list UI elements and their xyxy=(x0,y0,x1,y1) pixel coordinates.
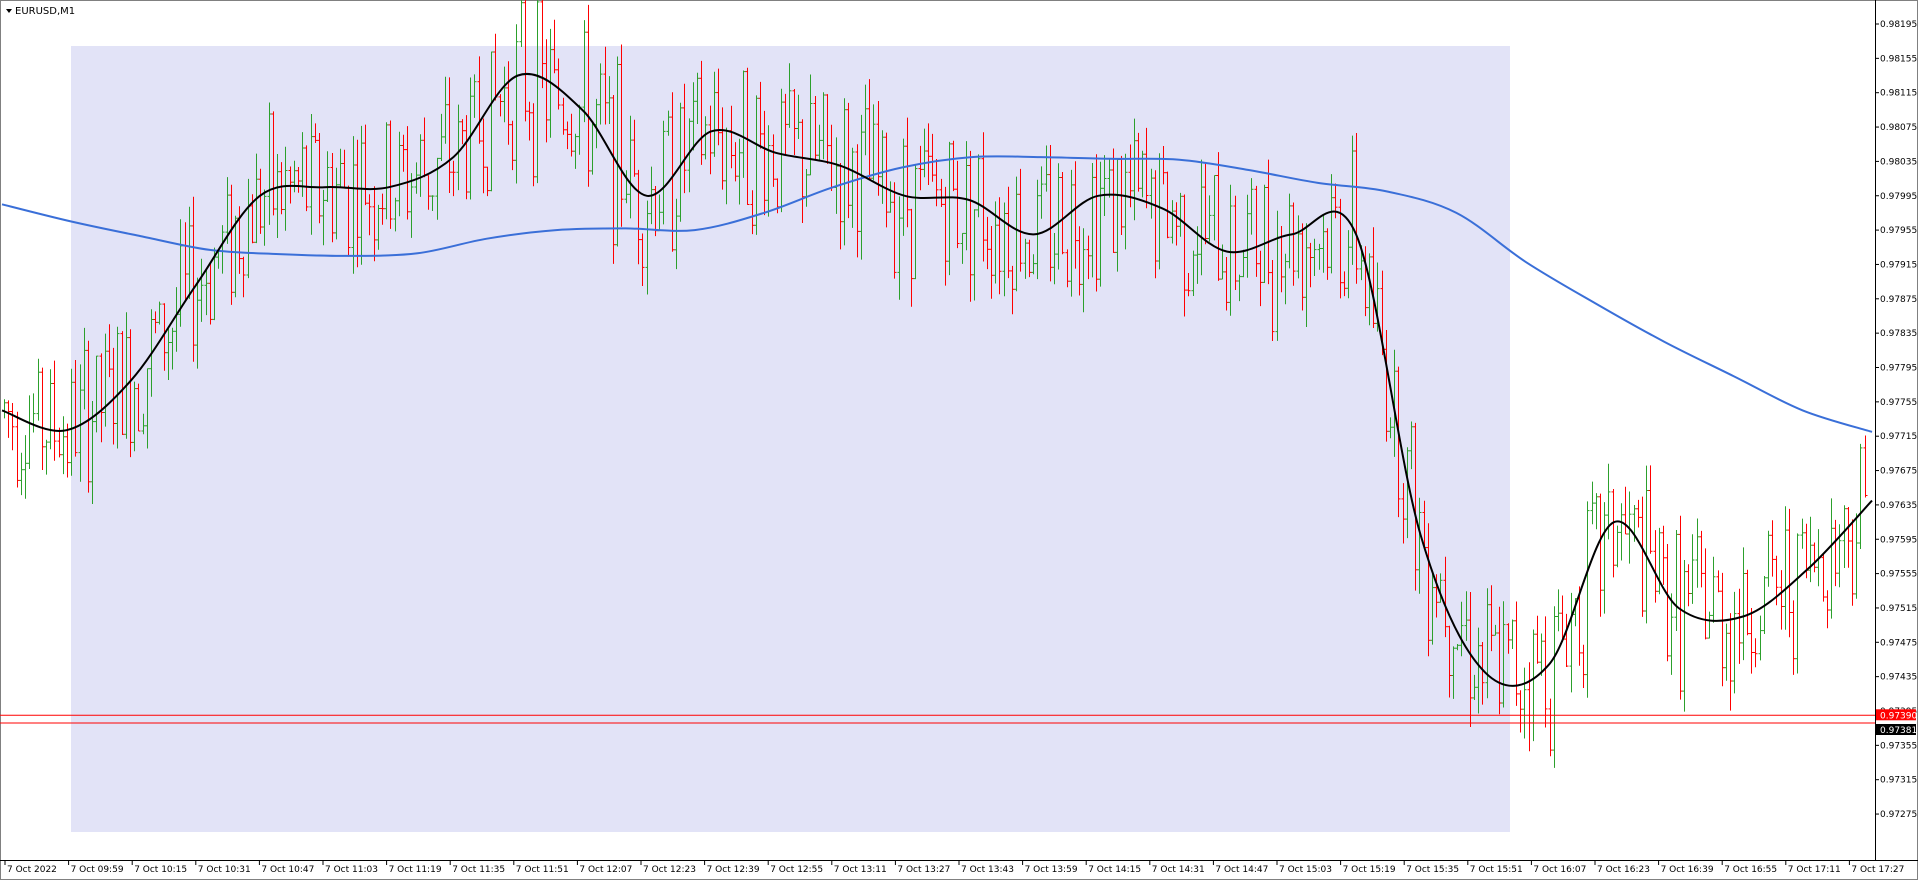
price-axis-label: 0.97875 xyxy=(1880,295,1917,305)
price-axis-label: 0.97915 xyxy=(1880,260,1917,270)
price-axis-label: 0.97315 xyxy=(1880,776,1917,786)
time-axis-label: 7 Oct 11:35 xyxy=(452,865,505,875)
time-axis-label: 7 Oct 14:47 xyxy=(1215,865,1268,875)
symbol-label: EURUSD,M1 xyxy=(15,6,75,17)
time-axis-label: 7 Oct 16:55 xyxy=(1724,865,1777,875)
symbol-header[interactable]: EURUSD,M1 xyxy=(6,6,75,17)
price-axis-label: 0.97955 xyxy=(1880,226,1917,236)
time-axis-label: 7 Oct 13:11 xyxy=(834,865,887,875)
price-axis-label: 0.98075 xyxy=(1880,123,1917,133)
time-axis-label: 7 Oct 15:35 xyxy=(1406,865,1459,875)
time-axis-label: 7 Oct 2022 xyxy=(7,865,57,875)
time-axis-label: 7 Oct 12:39 xyxy=(707,865,760,875)
bid-price-label: 0.97390 xyxy=(1880,711,1917,721)
price-axis-label: 0.97715 xyxy=(1880,432,1917,442)
time-axis-label: 7 Oct 13:27 xyxy=(897,865,950,875)
time-axis-label: 7 Oct 11:03 xyxy=(325,865,378,875)
price-axis-label: 0.97475 xyxy=(1880,638,1917,648)
time-axis-label: 7 Oct 09:59 xyxy=(71,865,124,875)
ask-price-label: 0.97381 xyxy=(1880,726,1917,736)
price-axis-label: 0.98115 xyxy=(1880,89,1917,99)
time-axis-label: 7 Oct 15:51 xyxy=(1470,865,1523,875)
price-axis-label: 0.97515 xyxy=(1880,604,1917,614)
time-axis-label: 7 Oct 11:51 xyxy=(516,865,569,875)
time-axis-label: 7 Oct 10:31 xyxy=(198,865,251,875)
time-axis-label: 7 Oct 15:03 xyxy=(1279,865,1332,875)
price-axis-label: 0.97675 xyxy=(1880,467,1917,477)
time-axis-label: 7 Oct 17:11 xyxy=(1788,865,1841,875)
time-axis-label: 7 Oct 11:19 xyxy=(389,865,442,875)
price-axis-label: 0.97555 xyxy=(1880,570,1917,580)
price-axis-label: 0.97275 xyxy=(1880,810,1917,820)
price-axis-label: 0.97795 xyxy=(1880,364,1917,374)
time-axis-label: 7 Oct 10:47 xyxy=(261,865,314,875)
time-axis-label: 7 Oct 13:59 xyxy=(1025,865,1078,875)
time-axis-label: 7 Oct 17:27 xyxy=(1851,865,1904,875)
price-axis-label: 0.97595 xyxy=(1880,535,1917,545)
time-axis-label: 7 Oct 15:19 xyxy=(1343,865,1396,875)
time-axis-label: 7 Oct 16:39 xyxy=(1661,865,1714,875)
time-axis-label: 7 Oct 12:55 xyxy=(770,865,823,875)
price-axis-label: 0.98155 xyxy=(1880,54,1917,64)
time-axis-label: 7 Oct 14:31 xyxy=(1152,865,1205,875)
price-axis-label: 0.98195 xyxy=(1880,20,1917,30)
time-axis-label: 7 Oct 14:15 xyxy=(1088,865,1141,875)
time-axis-label: 7 Oct 16:23 xyxy=(1597,865,1650,875)
time-axis-label: 7 Oct 12:07 xyxy=(579,865,632,875)
selection-band xyxy=(71,46,1510,832)
price-axis-label: 0.98035 xyxy=(1880,157,1917,167)
chart-window[interactable]: 0.98195 0.98155 0.98115 0.98075 0.98035 0.979… xyxy=(0,0,1918,880)
price-chart[interactable]: 0.98195 0.98155 0.98115 0.98075 0.98035 0.979… xyxy=(0,0,1918,880)
price-axis-label: 0.97995 xyxy=(1880,192,1917,202)
time-axis-label: 7 Oct 10:15 xyxy=(134,865,187,875)
price-axis-label: 0.97435 xyxy=(1880,673,1917,683)
price-axis-label: 0.97635 xyxy=(1880,501,1917,511)
time-axis-label: 7 Oct 13:43 xyxy=(961,865,1014,875)
price-axis-label: 0.97355 xyxy=(1880,741,1917,751)
price-axis-label: 0.97755 xyxy=(1880,398,1917,408)
time-axis-label: 7 Oct 16:07 xyxy=(1533,865,1586,875)
time-axis-label: 7 Oct 12:23 xyxy=(643,865,696,875)
price-axis-label: 0.97835 xyxy=(1880,329,1917,339)
